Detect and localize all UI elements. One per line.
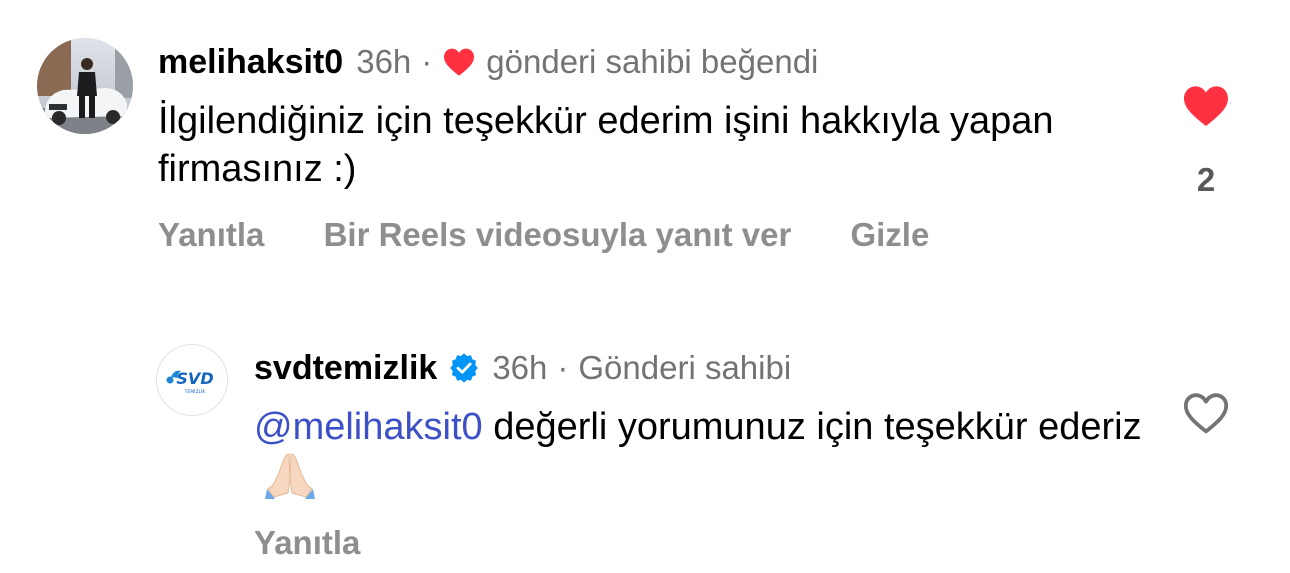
liked-by-owner-text: gönderi sahibi beğendi [486,43,819,80]
folded-hands-emoji-icon [265,453,315,499]
user-photo-avatar-icon [37,38,133,134]
separator-dot: · [557,349,569,386]
comment-actions: Yanıtla Bir Reels videosuyla yanıt ver G… [158,216,979,254]
comment-header: svdtemizlik 36h · Gönderi sahibi [254,348,791,388]
comment-time: 36h [356,43,412,80]
like-button[interactable] [1182,84,1230,128]
heart-outline-icon [1183,393,1229,434]
reply-button[interactable]: Yanıtla [158,216,264,254]
heart-filled-icon [444,48,475,76]
comment-time: 36h [492,349,548,386]
hide-button[interactable]: Gizle [850,216,929,254]
verified-badge-icon [450,353,479,383]
svd-logo-avatar-icon: SVD TEMİZLİK [166,369,214,395]
mention-link[interactable]: @melihaksit0 [254,406,483,448]
reply-with-reel-button[interactable]: Bir Reels videosuyla yanıt ver [324,216,792,254]
avatar[interactable] [37,38,133,134]
post-owner-label: Gönderi sahibi [578,349,792,386]
comment-text: @melihaksit0 değerli yorumunuz için teşe… [254,403,1154,505]
logo-text: SVD [176,369,213,388]
username[interactable]: melihaksit0 [158,42,343,82]
heart-filled-icon [1184,86,1228,126]
username[interactable]: svdtemizlik [254,348,437,388]
like-count[interactable]: 2 [1182,161,1230,199]
comment-body: değerli yorumunuz için teşekkür ederiz [482,406,1142,448]
comment-text: İlgilendiğiniz için teşekkür ederim işin… [158,100,1054,190]
reply-button[interactable]: Yanıtla [254,524,360,562]
separator-dot: · [421,43,433,80]
like-button[interactable] [1182,391,1230,435]
comment-actions: Yanıtla [254,524,410,562]
comment-header: melihaksit0 36h · gönderi sahibi beğendi [158,42,818,82]
avatar[interactable]: SVD TEMİZLİK [156,344,228,416]
logo-subtext: TEMİZLİK [184,388,207,395]
